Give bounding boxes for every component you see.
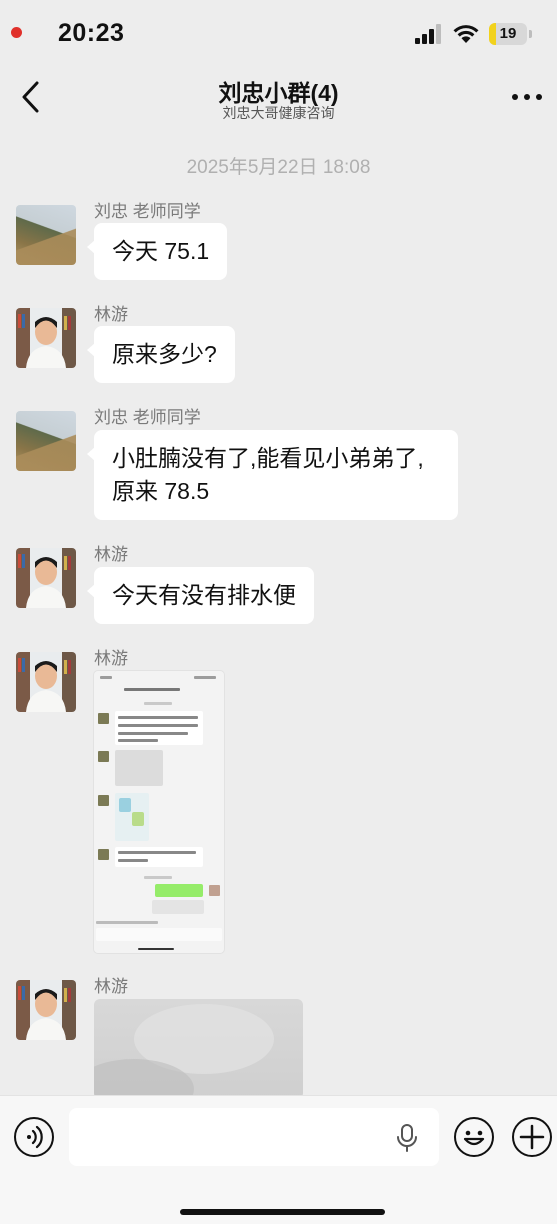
battery-level: 19 [499,25,517,42]
sender-name: 刘忠 老师同学 [94,202,201,221]
person-avatar[interactable] [16,652,76,712]
message-bubble[interactable]: 今天 75.1 [86,223,228,280]
microphone-icon[interactable] [395,1124,419,1152]
message-bubble[interactable]: 今天有没有排水便 [87,567,314,624]
mountain-avatar[interactable] [16,411,76,471]
mountain-avatar[interactable] [16,205,76,265]
photo-image[interactable] [94,999,303,1099]
recording-dot-icon [11,27,22,38]
message-timestamp: 2025年5月22日 18:08 [186,157,371,178]
battery-icon: 19 [489,23,527,45]
sender-name: 林游 [94,305,128,324]
sender-name: 刘忠 老师同学 [94,408,201,427]
message-composer [0,1095,557,1224]
screenshot-image[interactable] [94,671,224,953]
sender-name: 林游 [94,977,128,996]
emoji-icon[interactable] [454,1117,494,1157]
wifi-icon [453,25,479,43]
message-bubble[interactable]: 原来多少? [87,326,235,383]
sender-name: 林游 [94,545,128,564]
cellular-signal-icon [415,24,443,44]
chat-header: 刘忠小群(4) 刘忠大哥健康咨询 [0,70,557,130]
voice-icon[interactable] [14,1117,54,1157]
home-indicator [180,1209,385,1215]
more-options-icon[interactable] [512,94,542,102]
status-time: 20:23 [58,19,125,47]
message-bubble[interactable]: 小肚腩没有了,能看见小弟弟了,原来 78.5 [87,430,458,520]
chat-subtitle: 刘忠大哥健康咨询 [222,105,335,121]
person-avatar[interactable] [16,980,76,1040]
plus-icon[interactable] [512,1117,552,1157]
sender-name: 林游 [94,649,128,668]
person-avatar[interactable] [16,308,76,368]
person-avatar[interactable] [16,548,76,608]
message-input[interactable] [69,1108,439,1166]
status-bar: 20:23 19 [0,0,557,70]
